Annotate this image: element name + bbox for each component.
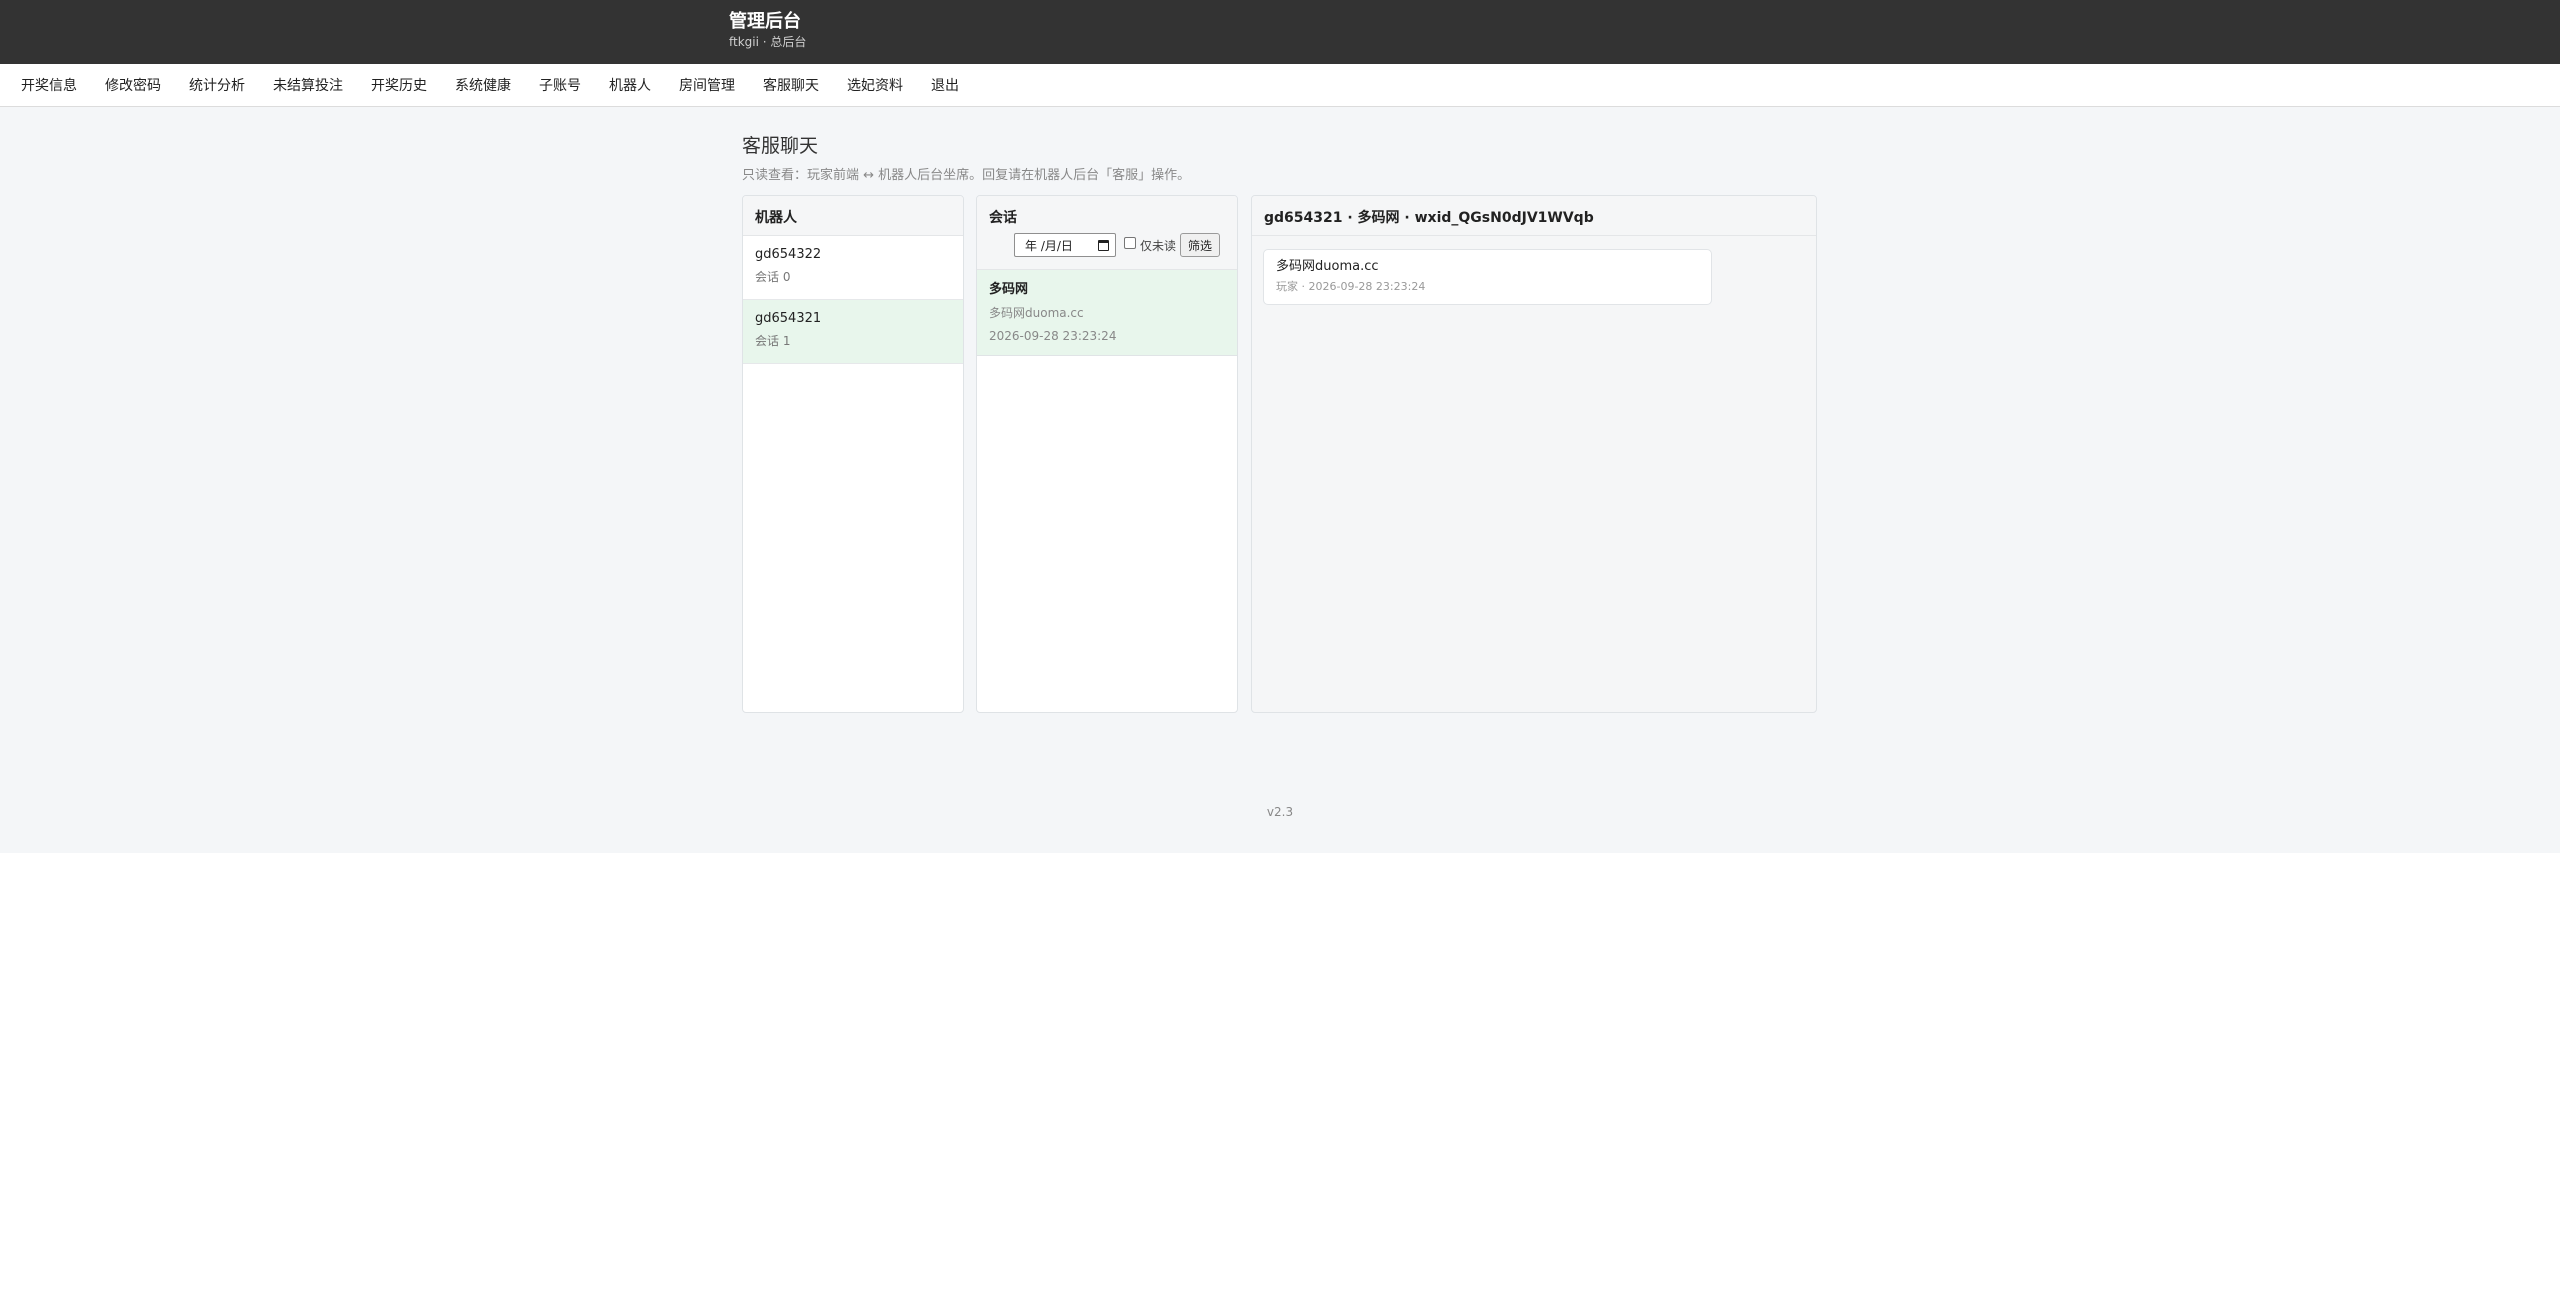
main-nav: 开奖信息 修改密码 统计分析 未结算投注 开奖历史 系统健康 子账号 机器人 房… [0,64,2560,107]
date-filter-input[interactable]: 年 /月/日 [1014,233,1116,257]
nav-item-room-management[interactable]: 房间管理 [679,75,735,95]
message-meta: 玩家 · 2026-09-28 23:23:24 [1276,280,1426,293]
session-name: 多码网 [989,282,1029,297]
main-content: 客服聊天 只读查看：玩家前端 ↔ 机器人后台坐席。回复请在机器人后台「客服」操作… [0,107,2560,853]
top-header-bar: 管理后台 ftkgii · 总后台 [0,0,2560,64]
nav-item-sub-accounts[interactable]: 子账号 [539,75,581,95]
unread-only-checkbox[interactable] [1124,237,1136,249]
nav-item-logout[interactable]: 退出 [931,75,959,95]
robot-item-gd654321[interactable]: gd654321 会话 1 [743,300,963,364]
robot-name: gd654322 [755,247,822,262]
filter-button[interactable]: 筛选 [1180,233,1221,257]
chat-message: 多码网duoma.cc 玩家 · 2026-09-28 23:23:24 [1263,249,1712,305]
nav-item-lottery-info[interactable]: 开奖信息 [21,75,77,95]
nav-item-statistics[interactable]: 统计分析 [189,75,245,95]
session-timestamp: 2026-09-28 23:23:24 [989,329,1117,343]
sessions-panel-header: 会话 年 /月/日 仅未读 筛选 [977,196,1237,270]
unread-only-label: 仅未读 [1140,238,1177,253]
nav-item-robots[interactable]: 机器人 [609,75,651,95]
robot-session-count: 会话 0 [755,270,791,284]
page-note: 只读查看：玩家前端 ↔ 机器人后台坐席。回复请在机器人后台「客服」操作。 [742,168,1191,183]
robot-session-count: 会话 1 [755,334,791,348]
calendar-icon[interactable] [1098,239,1109,251]
nav-item-system-health[interactable]: 系统健康 [455,75,511,95]
chat-panel: gd654321 · 多码网 · wxid_QGsN0dJV1WVqb 多码网d… [1251,195,1817,713]
nav-item-profiles[interactable]: 选妃资料 [847,75,903,95]
nav-item-change-password[interactable]: 修改密码 [105,75,161,95]
robots-panel-heading: 机器人 [743,196,963,236]
sessions-panel-heading: 会话 [989,210,1017,226]
sessions-panel: 会话 年 /月/日 仅未读 筛选 多码网 多码网duoma.cc 2026-09… [976,195,1238,713]
robots-panel: 机器人 gd654322 会话 0 gd654321 会话 1 [742,195,964,713]
page-title: 客服聊天 [742,135,819,157]
nav-item-support-chat[interactable]: 客服聊天 [763,75,819,95]
session-filter-bar: 年 /月/日 仅未读 筛选 [1014,233,1221,257]
nav-item-unsettled-bets[interactable]: 未结算投注 [273,75,343,95]
chat-panel-heading: gd654321 · 多码网 · wxid_QGsN0dJV1WVqb [1252,196,1816,236]
date-placeholder: 年 /月/日 [1025,238,1073,253]
app-subtitle: ftkgii · 总后台 [729,35,807,49]
session-item[interactable]: 多码网 多码网duoma.cc 2026-09-28 23:23:24 [977,270,1237,356]
version-label: v2.3 [1266,805,1294,819]
message-text: 多码网duoma.cc [1276,259,1379,274]
brand: 管理后台 ftkgii · 总后台 [729,11,806,50]
robot-item-gd654322[interactable]: gd654322 会话 0 [743,236,963,300]
session-preview: 多码网duoma.cc [989,306,1084,320]
robot-name: gd654321 [755,311,822,326]
nav-item-lottery-history[interactable]: 开奖历史 [371,75,427,95]
app-title: 管理后台 [729,11,801,32]
